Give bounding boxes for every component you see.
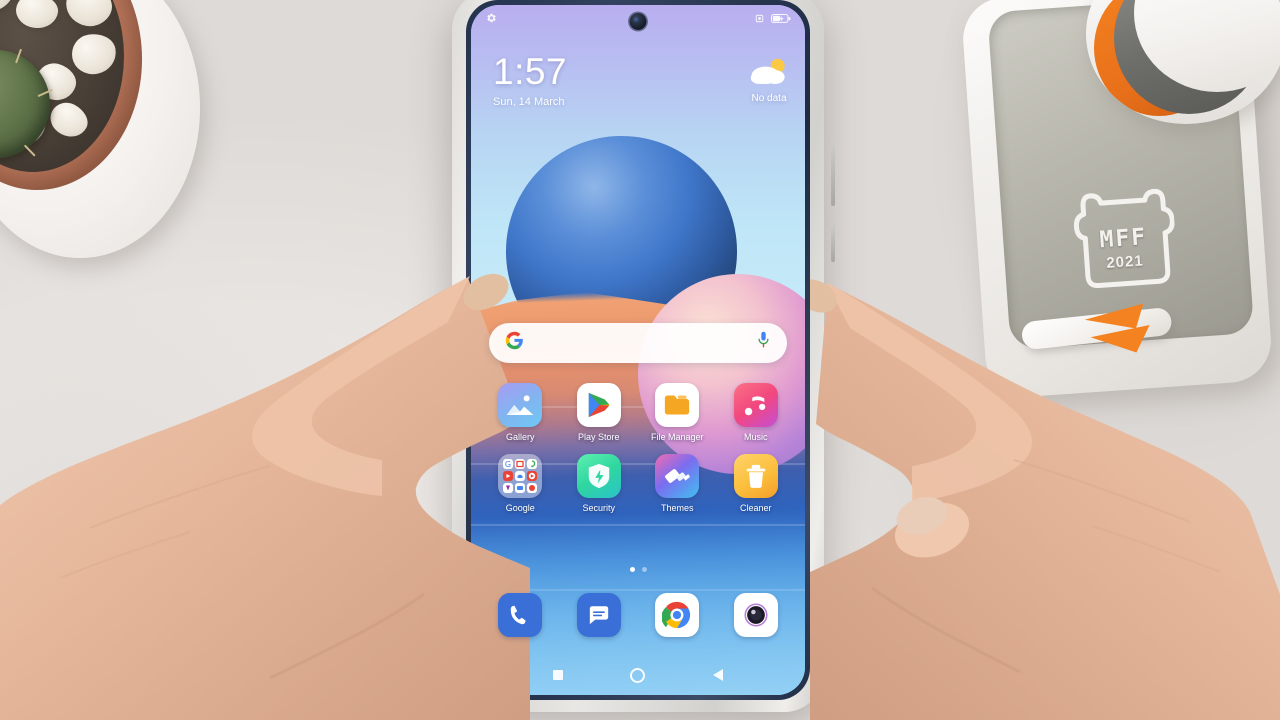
app-file-manager[interactable]: File Manager	[638, 383, 717, 442]
smartphone[interactable]: 1:57 Sun, 14 March No data Gallery Play …	[452, 0, 835, 720]
google-g-icon	[505, 331, 524, 355]
chrome-icon[interactable]	[655, 593, 700, 637]
svg-text:G: G	[505, 460, 511, 469]
app-label: Security	[582, 503, 615, 513]
clock-date: Sun, 14 March	[493, 96, 565, 108]
page-dot-active[interactable]	[629, 567, 635, 572]
battery-charging-icon	[770, 11, 791, 29]
left-hand	[0, 268, 530, 720]
microphone-icon[interactable]	[756, 331, 771, 355]
clock-widget[interactable]: 1:57 Sun, 14 March	[493, 53, 567, 108]
dock-chrome[interactable]	[638, 593, 717, 637]
front-camera-icon	[629, 13, 647, 30]
power-button[interactable]	[831, 222, 835, 262]
phone-handset-icon[interactable]	[498, 593, 543, 637]
right-hand	[795, 272, 1280, 720]
square-recents-icon[interactable]	[552, 670, 563, 680]
app-themes[interactable]: Themes	[638, 454, 717, 513]
navigation-bar	[471, 661, 805, 689]
app-label: Music	[743, 432, 768, 442]
cleaner-trash-icon[interactable]	[733, 454, 778, 498]
app-gallery[interactable]: Gallery	[481, 383, 560, 442]
app-label: Play Store	[577, 432, 620, 442]
google-folder-icon[interactable]: G	[498, 454, 543, 498]
app-row: G Google Security Themes Cleaner	[481, 454, 795, 513]
vibrate-icon	[753, 11, 766, 29]
app-music[interactable]: Music	[717, 383, 796, 442]
camera-icon[interactable]	[733, 593, 778, 637]
cactus-plant-pot	[0, 0, 220, 278]
music-icon[interactable]	[733, 383, 778, 427]
clock-time: 1:57	[493, 51, 568, 92]
triangle-back-icon[interactable]	[713, 669, 724, 681]
themes-brush-icon[interactable]	[655, 454, 700, 498]
app-label: Themes	[660, 503, 694, 513]
weather-widget[interactable]: No data	[749, 57, 789, 104]
app-label: Google	[505, 503, 535, 513]
page-indicator	[471, 567, 805, 572]
google-search-bar[interactable]	[489, 323, 787, 363]
play-store-icon[interactable]	[576, 383, 621, 427]
dock-phone[interactable]	[481, 593, 560, 637]
gallery-icon[interactable]	[498, 383, 543, 427]
app-grid: Gallery Play Store File Manager Music G …	[481, 383, 795, 525]
file-manager-icon[interactable]	[655, 383, 700, 427]
app-row: Gallery Play Store File Manager Music	[481, 383, 795, 442]
weather-status: No data	[751, 93, 787, 104]
app-label: File Manager	[650, 432, 704, 442]
settings-gear-icon	[485, 11, 497, 29]
app-google-folder[interactable]: G Google	[481, 454, 560, 513]
circle-home-icon[interactable]	[630, 667, 646, 683]
app-play-store[interactable]: Play Store	[560, 383, 639, 442]
app-security[interactable]: Security	[560, 454, 639, 513]
page-dot[interactable]	[641, 567, 647, 572]
messages-icon[interactable]	[576, 593, 621, 637]
scene-root: MFF 2021 1:57 Sun, 14 March No data Gall…	[0, 0, 1280, 720]
app-label: Cleaner	[739, 503, 772, 513]
dock	[481, 593, 795, 637]
sun-behind-cloud-icon	[749, 57, 789, 90]
phone-frame: 1:57 Sun, 14 March No data Gallery Play …	[466, 0, 810, 700]
app-label: Gallery	[505, 432, 535, 442]
dock-messages[interactable]	[560, 593, 639, 637]
volume-rocker[interactable]	[831, 140, 835, 206]
dock-camera[interactable]	[717, 593, 796, 637]
app-cleaner[interactable]: Cleaner	[717, 454, 796, 513]
security-shield-icon[interactable]	[576, 454, 621, 498]
